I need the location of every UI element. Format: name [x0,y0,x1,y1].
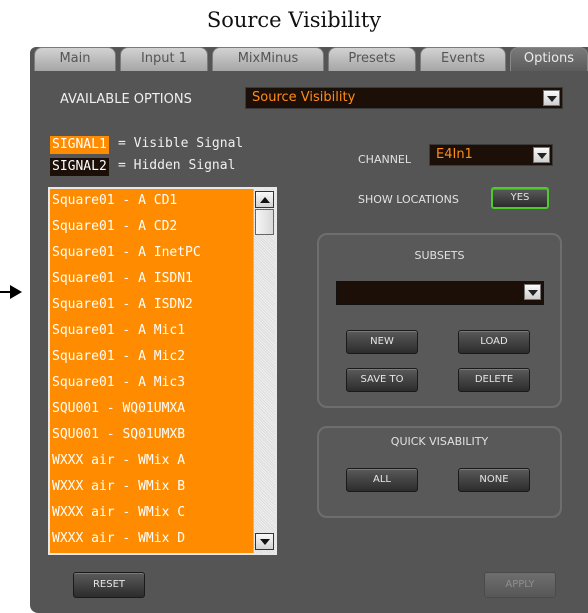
tab-options[interactable]: Options [510,47,588,71]
tab-main[interactable]: Main [34,47,116,71]
channel-value: E4In1 [436,147,473,162]
scrollbar[interactable] [253,189,275,553]
legend-hidden-text: = Hidden Signal [118,158,236,173]
list-item[interactable]: Square01 - A Mic1 [52,320,185,342]
subsets-title: SUBSETS [414,249,465,262]
list-item[interactable]: WXXX air - WMix B [52,476,185,498]
available-options-label: AVAILABLE OPTIONS [60,92,192,107]
list-item[interactable]: WXXX air - WMix C [52,502,185,524]
subset-load-button[interactable]: LOAD [458,330,530,354]
subsets-select[interactable] [336,281,544,305]
subset-save-to-button[interactable]: SAVE TO [346,368,418,392]
scroll-down-icon[interactable] [255,533,274,550]
list-item[interactable]: Square01 - A InetPC [52,242,201,264]
scrollbar-thumb[interactable] [255,209,274,235]
list-item[interactable]: SQU001 - WQ01UMXA [52,398,185,420]
show-locations-toggle[interactable]: YES [491,187,549,209]
apply-button[interactable]: APPLY [484,572,556,598]
tab-bar: Main Input 1 MixMinus Presets Events Opt… [34,47,588,71]
list-item[interactable]: Square01 - A CD2 [52,216,177,238]
options-panel: Main Input 1 MixMinus Presets Events Opt… [30,47,588,613]
list-item[interactable]: Square01 - A Mic2 [52,346,185,368]
tab-presets[interactable]: Presets [328,47,416,71]
legend-visible-text: = Visible Signal [118,136,244,151]
legend-visible-swatch: SIGNAL1 [50,136,109,154]
show-none-button[interactable]: NONE [458,468,530,492]
subset-new-button[interactable]: NEW [346,330,418,354]
list-item[interactable]: SQU001 - SQ01UMXB [52,424,185,446]
chevron-down-icon[interactable] [543,90,560,106]
chevron-down-icon[interactable] [533,147,550,163]
show-locations-label: SHOW LOCATIONS [358,193,459,206]
list-item[interactable]: Square01 - A CD1 [52,190,177,212]
list-item[interactable]: Square01 - A Mic3 [52,372,185,394]
quick-visibility-title: QUICK VISABILITY [390,435,489,448]
subset-delete-button[interactable]: DELETE [458,368,530,392]
channel-select[interactable]: E4In1 [429,144,553,166]
page-caption: Source Visibility [206,8,382,32]
tab-input-1[interactable]: Input 1 [120,47,208,71]
list-item[interactable]: Square01 - A ISDN1 [52,268,193,290]
arrow-right-icon [0,285,22,299]
scroll-up-icon[interactable] [255,191,274,208]
tab-mixminus[interactable]: MixMinus [212,47,324,71]
show-all-button[interactable]: ALL [346,468,418,492]
channel-label: CHANNEL [358,153,412,166]
list-item[interactable]: WXXX air - WMix A [52,450,185,472]
list-item[interactable]: WXXX air - WMix D [52,528,185,550]
reset-button[interactable]: RESET [73,572,145,598]
legend-hidden-swatch: SIGNAL2 [50,158,109,176]
source-list[interactable]: Square01 - A CD1 Square01 - A CD2 Square01… [48,187,277,555]
chevron-down-icon[interactable] [524,284,541,300]
available-options-value: Source Visibility [252,90,356,105]
list-item[interactable]: Square01 - A ISDN2 [52,294,193,316]
available-options-select[interactable]: Source Visibility [245,87,563,109]
tab-events[interactable]: Events [420,47,506,71]
